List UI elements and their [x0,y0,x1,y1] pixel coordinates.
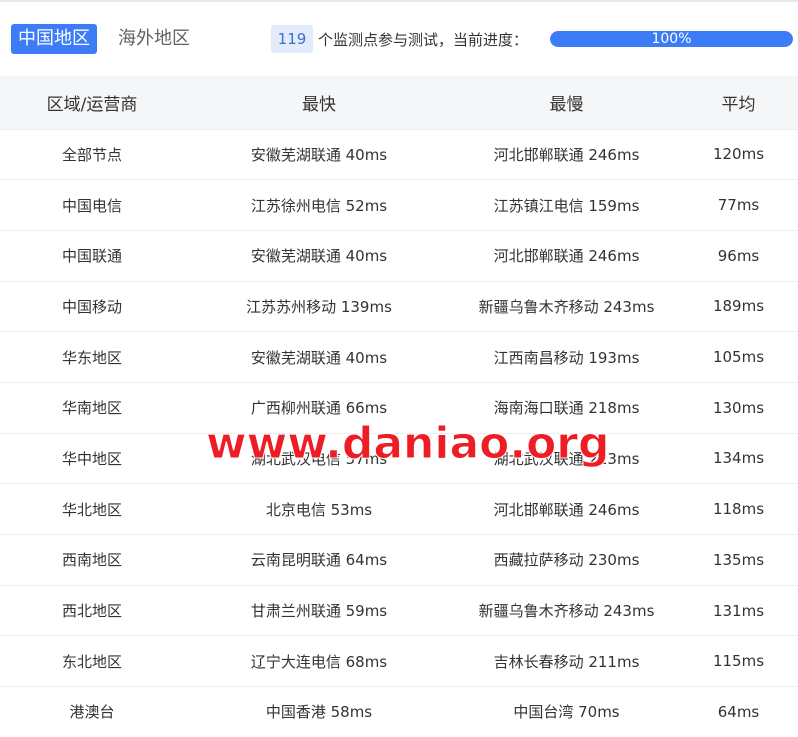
cell-average: 131ms [679,585,798,637]
progress-percent-label: 100% [651,31,692,47]
table-header-row: 区域/运营商 最快 最慢 平均 [0,76,798,130]
cell-average: 96ms [679,230,798,282]
cell-region: 中国电信 [0,179,184,231]
cell-fastest: 广西柳州联通 66ms [184,382,454,434]
cell-region: 东北地区 [0,635,184,688]
cell-region: 华东地区 [0,331,184,383]
table-row: 中国移动 江苏苏州移动 139ms 新疆乌鲁木齐移动 243ms 189ms [0,281,798,333]
cell-slowest: 新疆乌鲁木齐移动 243ms [454,585,679,637]
cell-region: 华南地区 [0,382,184,434]
cell-average: 64ms [679,686,798,737]
cell-region: 西北地区 [0,585,184,637]
table-row: 中国联通 安徽芜湖联通 40ms 河北邯郸联通 246ms 96ms [0,230,798,282]
cell-slowest: 江苏镇江电信 159ms [454,179,679,231]
cell-slowest: 中国台湾 70ms [454,686,679,737]
cell-fastest: 湖北武汉电信 57ms [184,433,454,485]
cell-slowest: 吉林长春移动 211ms [454,635,679,688]
cell-region: 中国移动 [0,281,184,333]
cell-slowest: 河北邯郸联通 246ms [454,230,679,282]
cell-fastest: 安徽芜湖联通 40ms [184,129,454,181]
table-row: 全部节点 安徽芜湖联通 40ms 河北邯郸联通 246ms 120ms [0,129,798,181]
tab-overseas-region[interactable]: 海外地区 [111,24,197,54]
test-progress-bar: 100% [550,31,793,47]
cell-slowest: 河北邯郸联通 246ms [454,483,679,535]
cell-slowest: 海南海口联通 218ms [454,382,679,434]
table-row: 港澳台 中国香港 58ms 中国台湾 70ms 64ms [0,686,798,737]
column-header-fastest[interactable]: 最快 [184,76,454,130]
cell-average: 118ms [679,483,798,535]
cell-region: 华中地区 [0,433,184,485]
cell-average: 77ms [679,179,798,231]
cell-slowest: 河北邯郸联通 246ms [454,129,679,181]
cell-fastest: 北京电信 53ms [184,483,454,535]
cell-fastest: 辽宁大连电信 68ms [184,635,454,688]
cell-average: 115ms [679,635,798,688]
table-row: 华中地区 湖北武汉电信 57ms 湖北武汉联通 213ms 134ms [0,433,798,485]
table-row: 西南地区 云南昆明联通 64ms 西藏拉萨移动 230ms 135ms [0,534,798,586]
column-header-region[interactable]: 区域/运营商 [0,76,184,130]
cell-fastest: 江苏徐州电信 52ms [184,179,454,231]
cell-average: 189ms [679,281,798,333]
cell-average: 130ms [679,382,798,434]
cell-average: 120ms [679,129,798,181]
cell-slowest: 湖北武汉联通 213ms [454,433,679,485]
table-row: 东北地区 辽宁大连电信 68ms 吉林长春移动 211ms 115ms [0,635,798,688]
cell-fastest: 云南昆明联通 64ms [184,534,454,586]
cell-fastest: 甘肃兰州联通 59ms [184,585,454,637]
table-row: 华南地区 广西柳州联通 66ms 海南海口联通 218ms 130ms [0,382,798,434]
table-row: 中国电信 江苏徐州电信 52ms 江苏镇江电信 159ms 77ms [0,179,798,231]
cell-region: 华北地区 [0,483,184,535]
column-header-average[interactable]: 平均 [679,76,798,130]
cell-slowest: 新疆乌鲁木齐移动 243ms [454,281,679,333]
monitor-node-count-badge: 119 [271,25,313,53]
cell-slowest: 西藏拉萨移动 230ms [454,534,679,586]
table-row: 西北地区 甘肃兰州联通 59ms 新疆乌鲁木齐移动 243ms 131ms [0,585,798,637]
cell-average: 105ms [679,331,798,383]
cell-average: 134ms [679,433,798,485]
tab-china-region[interactable]: 中国地区 [11,24,97,54]
progress-description: 个监测点参与测试，当前进度： [318,31,529,49]
cell-slowest: 江西南昌移动 193ms [454,331,679,383]
cell-fastest: 江苏苏州移动 139ms [184,281,454,333]
result-toolbar: 中国地区 海外地区 119 个监测点参与测试，当前进度： 100% [0,0,798,76]
speed-test-panel: 中国地区 海外地区 119 个监测点参与测试，当前进度： 100% 区域/运营商… [0,0,798,737]
table-row: 华东地区 安徽芜湖联通 40ms 江西南昌移动 193ms 105ms [0,331,798,383]
cell-fastest: 安徽芜湖联通 40ms [184,230,454,282]
latency-results-table: 区域/运营商 最快 最慢 平均 全部节点 安徽芜湖联通 40ms 河北邯郸联通 24… [0,76,798,737]
cell-region: 中国联通 [0,230,184,282]
cell-fastest: 安徽芜湖联通 40ms [184,331,454,383]
cell-region: 港澳台 [0,686,184,737]
table-row: 华北地区 北京电信 53ms 河北邯郸联通 246ms 118ms [0,483,798,535]
cell-fastest: 中国香港 58ms [184,686,454,737]
cell-average: 135ms [679,534,798,586]
column-header-slowest[interactable]: 最慢 [454,76,679,130]
cell-region: 全部节点 [0,129,184,181]
cell-region: 西南地区 [0,534,184,586]
